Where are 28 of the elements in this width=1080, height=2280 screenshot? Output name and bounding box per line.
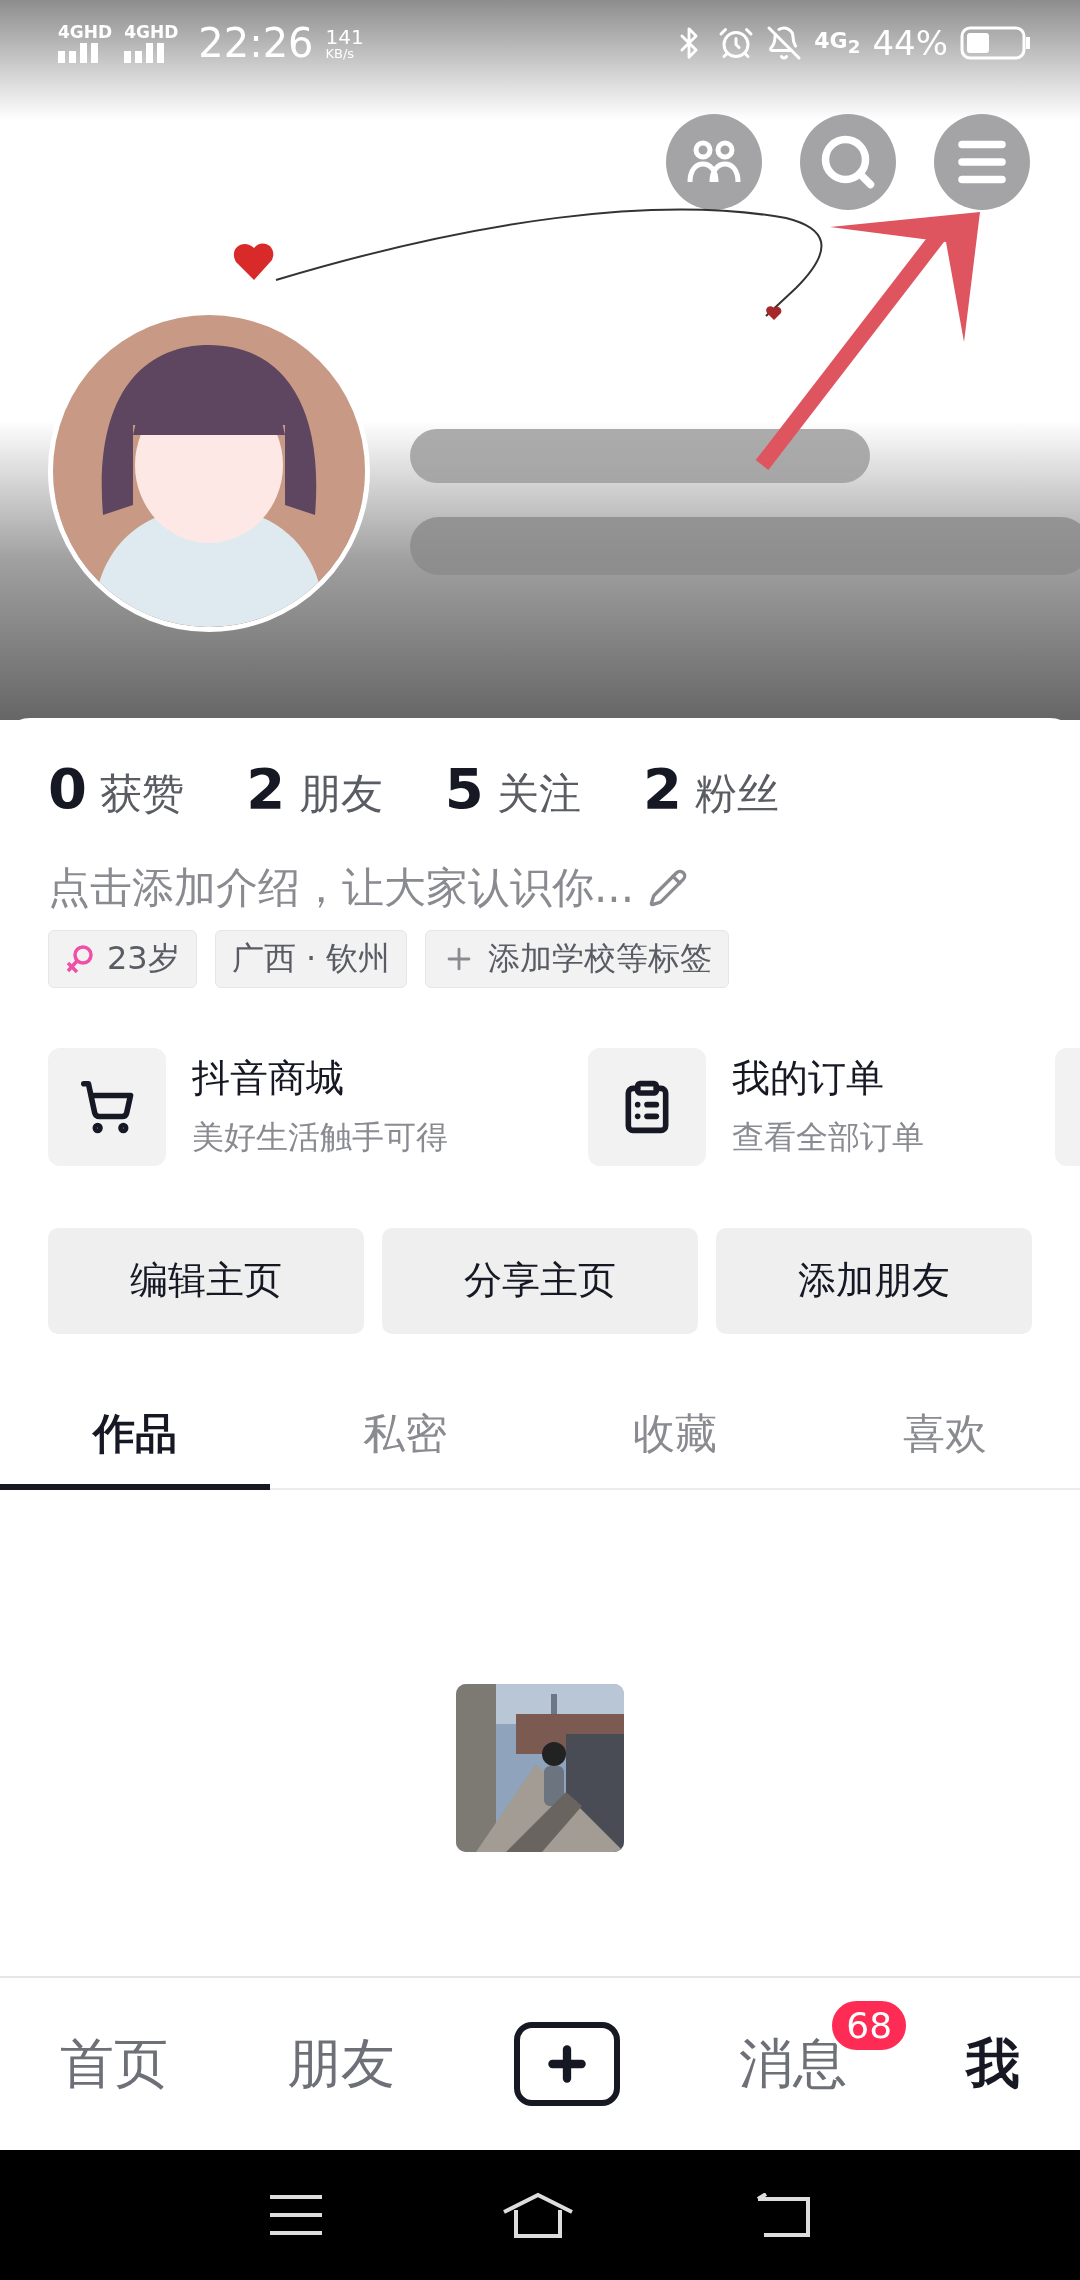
stat-button[interactable]: 0 获赞 xyxy=(48,758,185,820)
service-subtitle: 美好生活触手可得 xyxy=(192,1117,448,1159)
profile-button[interactable]: 编辑主页 xyxy=(48,1227,364,1334)
tag-text: 23岁 xyxy=(107,937,180,979)
stat-button[interactable]: 5 关注 xyxy=(444,758,581,820)
stat-button[interactable]: 2 朋友 xyxy=(246,758,383,820)
nav-tab[interactable]: 朋友 xyxy=(286,2027,395,2101)
network-label: 4GHD xyxy=(124,23,179,41)
profile-button[interactable]: 分享主页 xyxy=(382,1227,698,1334)
clock: 22:26 xyxy=(198,20,314,66)
nav-tab[interactable]: 我 xyxy=(966,2027,1021,2101)
nav-tab[interactable]: 首页 xyxy=(59,2027,168,2101)
tag-text: 添加学校等标签 xyxy=(488,937,713,979)
service-title[interactable]: 抖音商城 xyxy=(192,1053,448,1105)
profile-tab[interactable]: 作品 xyxy=(0,1383,270,1490)
stat-button[interactable]: 2 粉丝 xyxy=(643,758,780,820)
service-subtitle: 查看全部订单 xyxy=(732,1117,924,1159)
speed-unit: KB/s xyxy=(325,46,356,60)
profile-button[interactable]: 添加朋友 xyxy=(716,1227,1032,1334)
battery-percent: 44% xyxy=(872,23,948,63)
profile-tag[interactable]: 添加学校等标签 xyxy=(425,929,730,988)
network-type: 4G$_{2}$ xyxy=(814,28,861,58)
network-label: 4GHD xyxy=(58,23,113,41)
profile-tag[interactable]: 广西 · 钦州 xyxy=(214,929,408,988)
tag-text: 广西 · 钦州 xyxy=(231,937,391,979)
profile-tag[interactable]: 23岁 xyxy=(48,929,197,988)
service-title[interactable]: 我的订单 xyxy=(732,1053,924,1105)
speed-value: 141 xyxy=(325,26,364,47)
